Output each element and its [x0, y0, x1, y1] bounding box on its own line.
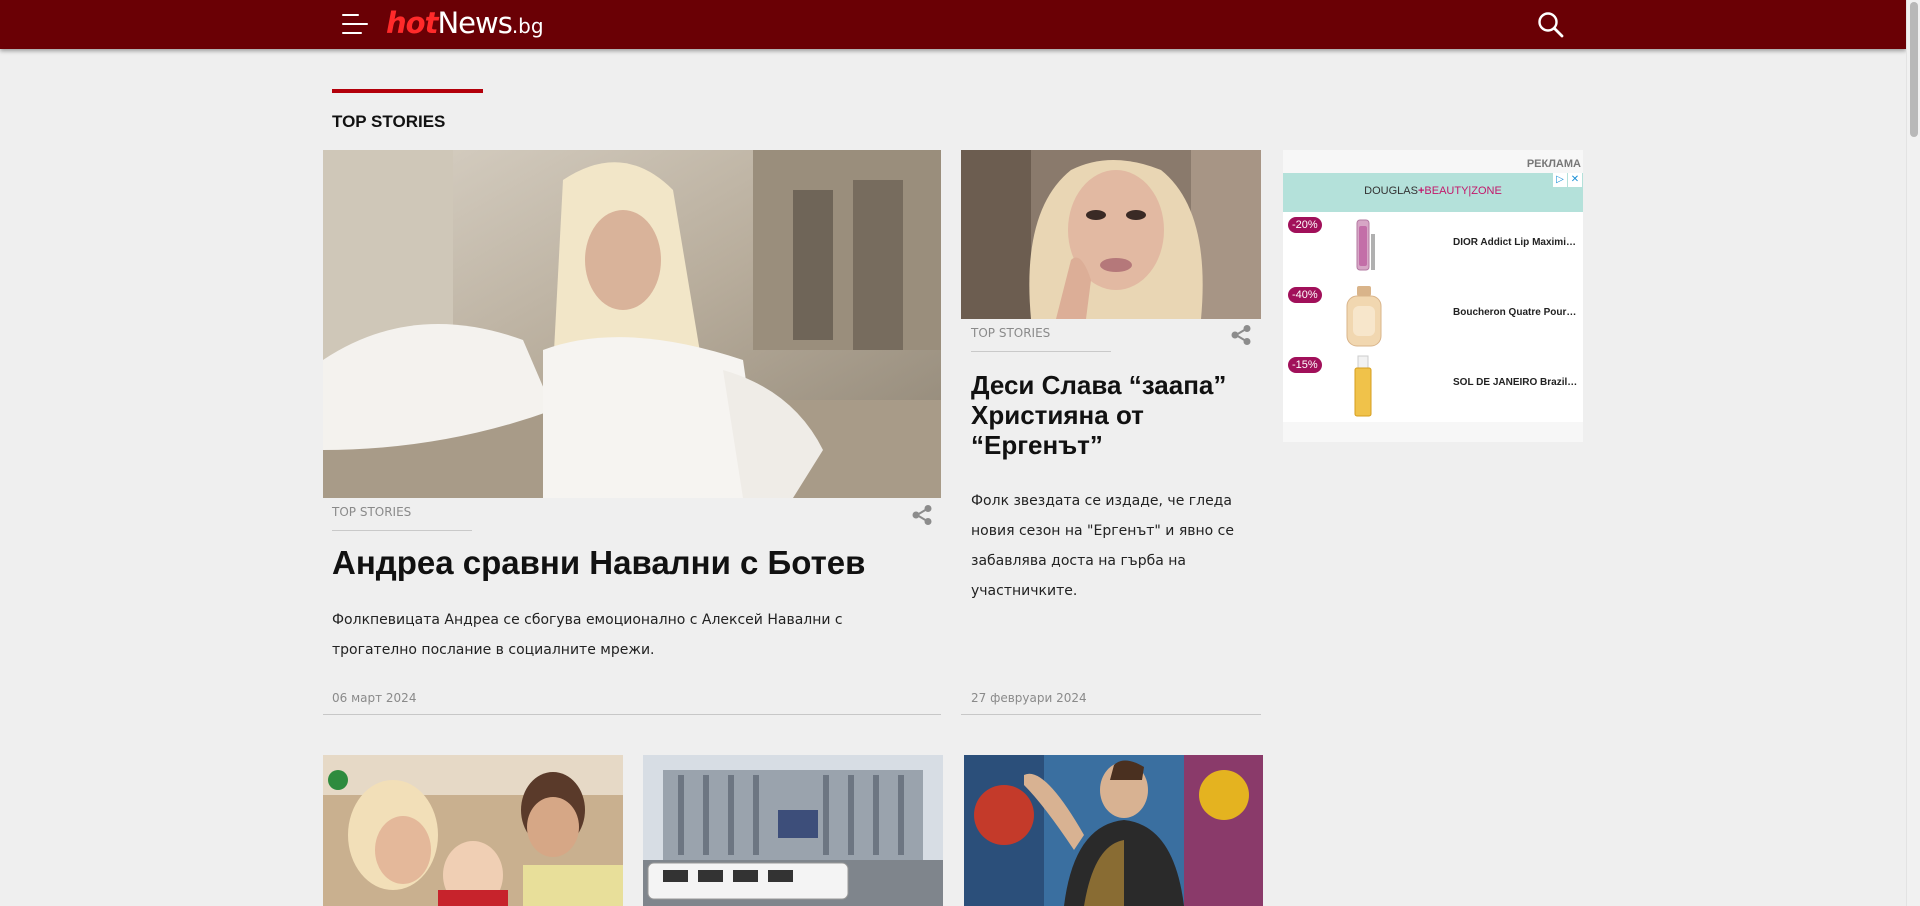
scrollbar-thumb[interactable] [1910, 2, 1918, 137]
ad-product-item[interactable]: -40% Boucheron Quatre Pour Femme [1283, 282, 1583, 352]
ad-products-list: -20% DIOR Addict Lip Maximizer -40% Bouc… [1283, 212, 1583, 422]
article-image-4[interactable] [643, 755, 943, 906]
category-underline [971, 351, 1111, 352]
close-icon[interactable]: ✕ [1568, 173, 1582, 187]
featured-image-2[interactable] [961, 150, 1261, 319]
logo-news-text: News [437, 6, 512, 40]
article-image-3[interactable] [323, 755, 623, 906]
section-title: TOP STORIES [332, 112, 446, 131]
fragrance-mist-product-image [1354, 355, 1372, 417]
top-navigation-bar: hotNews.bg [0, 0, 1906, 49]
ad-brand-banner[interactable]: DOUGLAS+BEAUTY|ZONE ▷ ✕ [1283, 173, 1583, 212]
search-icon[interactable] [1536, 10, 1566, 40]
ad-product-item[interactable]: -20% DIOR Addict Lip Maximizer [1283, 212, 1583, 282]
article-summary: Фолкпевицата Андреа се сбогува емоционал… [332, 612, 843, 658]
category-underline [332, 530, 472, 531]
article-divider [323, 714, 941, 715]
ad-label: РЕКЛАМА [1526, 158, 1581, 170]
article-image-5[interactable] [964, 755, 1263, 906]
share-icon[interactable] [911, 504, 933, 526]
lip-gloss-product-image [1356, 219, 1375, 271]
section-accent-bar [332, 89, 483, 93]
article-divider [961, 714, 1261, 715]
advertisement: РЕКЛАМА DOUGLAS+BEAUTY|ZONE ▷ ✕ -20% DIO… [1283, 150, 1583, 442]
adchoices-icon[interactable]: ▷ [1553, 173, 1567, 187]
ad-product-name: DIOR Addict Lip Maximizer [1453, 237, 1579, 248]
article-category[interactable]: TOP STORIES [971, 326, 1050, 340]
logo-hot-text: hot [386, 6, 438, 40]
hamburger-menu-icon[interactable] [342, 13, 368, 35]
page-scrollbar[interactable] [1906, 0, 1920, 906]
ad-brand-name: DOUGLAS+BEAUTY|ZONE [1283, 185, 1583, 197]
discount-badge: -20% [1288, 217, 1322, 233]
article-date: 06 март 2024 [332, 691, 417, 705]
article-headline[interactable]: Андреа сравни Навални с Ботев [332, 543, 932, 583]
ad-product-name: SOL DE JANEIRO Brazilian [1453, 377, 1579, 388]
share-icon[interactable] [1230, 324, 1252, 346]
article-category[interactable]: TOP STORIES [332, 505, 411, 519]
perfume-bottle-product-image [1346, 286, 1382, 347]
discount-badge: -15% [1288, 357, 1322, 373]
article-summary: Фолк звездата се издаде, че гледа новия … [971, 493, 1234, 599]
ad-brand-right: BEAUTY|ZONE [1424, 185, 1502, 197]
discount-badge: -40% [1288, 287, 1322, 303]
article-headline[interactable]: Деси Слава “заапа” Християна от “Ергенът… [971, 370, 1251, 460]
logo-bg-text: .bg [511, 14, 544, 38]
featured-image-1[interactable] [323, 150, 941, 498]
ad-brand-left: DOUGLAS [1364, 185, 1418, 197]
article-date: 27 февруари 2024 [971, 691, 1087, 705]
ad-product-item[interactable]: -15% SOL DE JANEIRO Brazilian [1283, 352, 1583, 422]
site-logo[interactable]: hotNews.bg [386, 6, 544, 43]
ad-product-name: Boucheron Quatre Pour Femme [1453, 307, 1579, 318]
